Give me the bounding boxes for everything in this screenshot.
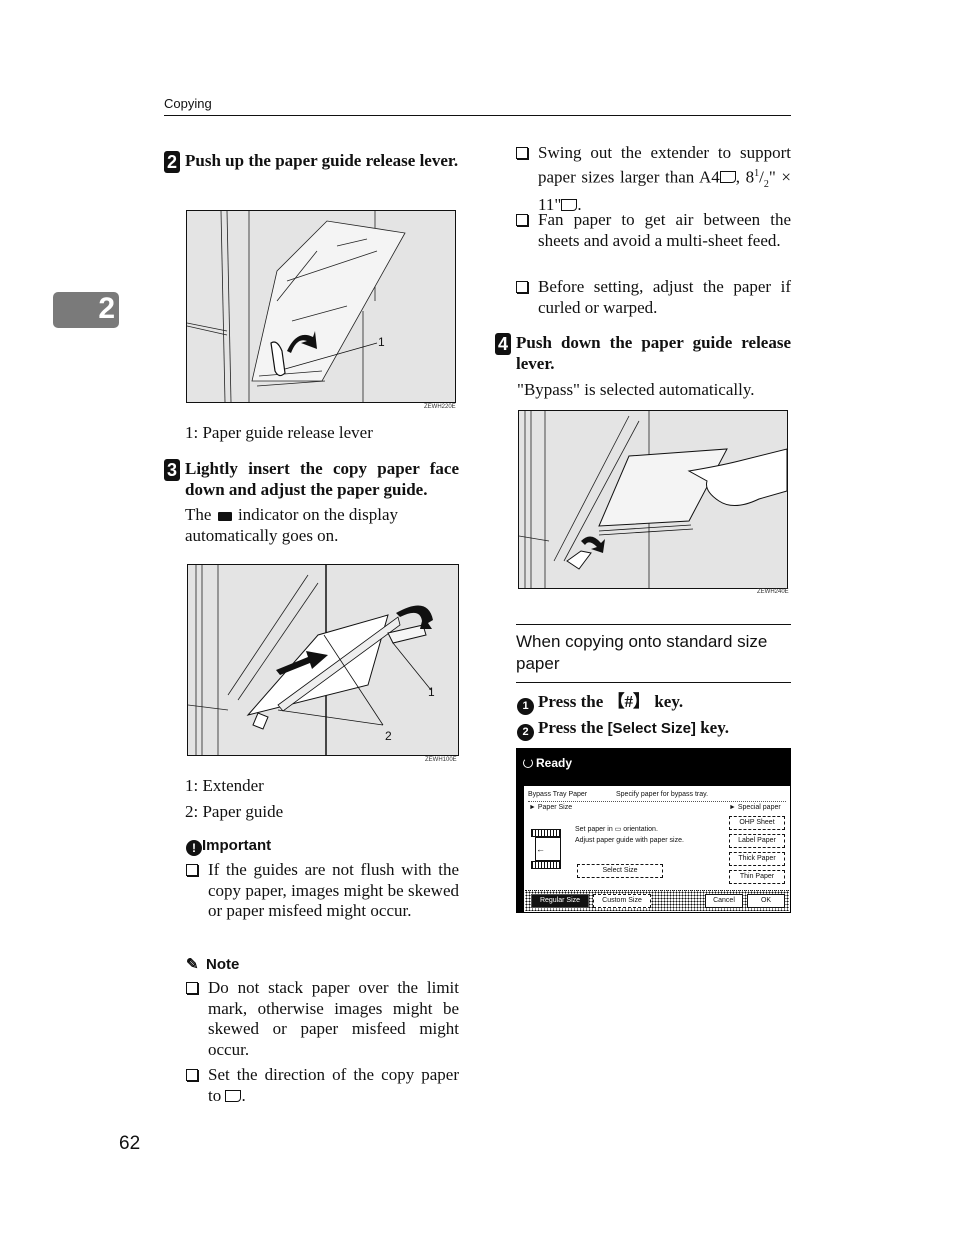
chapter-number: 2 xyxy=(98,292,115,325)
custom-size-tab[interactable]: Custom Size xyxy=(593,894,651,908)
cancel-button[interactable]: Cancel xyxy=(705,894,743,908)
dialog-instruction: Specify paper for bypass tray. xyxy=(616,791,709,798)
ok-button[interactable]: OK xyxy=(747,894,785,908)
body-text-end: indicator on the display automatically g… xyxy=(185,505,398,545)
step-circle-icon: 2 xyxy=(517,724,534,741)
paper-guide-diagram-icon: ← xyxy=(531,829,561,869)
bullet-item: Fan paper to get air between the sheets … xyxy=(516,210,791,251)
pencil-icon: ✎ xyxy=(186,956,199,973)
step-number-icon: 4 xyxy=(495,333,511,355)
checkbox-bullet-icon xyxy=(186,982,198,994)
checkbox-bullet-icon xyxy=(186,1069,198,1081)
step-3: 3 Lightly insert the copy paper face dow… xyxy=(164,458,459,500)
control-panel-screen: Ready Bypass Tray Paper Specify paper fo… xyxy=(516,748,791,913)
subsection-title: When copying onto standard size paper xyxy=(516,632,768,673)
status-ready: Ready xyxy=(523,756,572,770)
step-4-body: "Bypass" is selected automatically. xyxy=(517,380,755,399)
thin-paper-button[interactable]: Thin Paper xyxy=(729,870,785,884)
step-2: 2 Push up the paper guide release lever. xyxy=(164,150,459,173)
bullet-text: If the guides are not flush with the cop… xyxy=(208,860,459,920)
paper-orientation-icon xyxy=(225,1089,242,1102)
important-item: If the guides are not flush with the cop… xyxy=(186,860,459,922)
label-paper-button[interactable]: Label Paper xyxy=(729,834,785,848)
figure-code: ZEWH240E xyxy=(757,589,789,595)
dialog-title-row: Bypass Tray Paper Specify paper for bypa… xyxy=(528,791,786,802)
chapter-tab: 2 xyxy=(53,292,119,328)
panel-message-1: Set paper in ▭ orientation. xyxy=(575,826,658,833)
figure-caption: 1: Extender xyxy=(185,776,264,795)
running-header: Copying xyxy=(164,96,212,111)
important-heading: ! Important xyxy=(186,837,271,856)
step-number-icon: 2 xyxy=(164,151,180,173)
step-text: Lightly insert the copy paper face down … xyxy=(185,459,459,499)
panel-message-2: Adjust paper guide with paper size. xyxy=(575,837,684,844)
bullet-text: Fan paper to get air between the sheets … xyxy=(538,210,791,250)
note-label: Note xyxy=(206,956,240,973)
bullet-text: Before setting, adjust the paper if curl… xyxy=(538,277,791,317)
paper-size-label: ► Paper Size xyxy=(529,804,573,811)
bullet-text: Do not stack paper over the limit mark, … xyxy=(208,978,459,1059)
figure-code: ZEWH220E xyxy=(424,404,456,410)
substep-text: Press the xyxy=(538,692,608,711)
substep-2: 2 Press the [Select Size] key. xyxy=(517,717,729,741)
step-text: Push down the paper guide release lever. xyxy=(516,333,791,373)
section-rule xyxy=(516,682,791,683)
status-text: Ready xyxy=(536,756,573,770)
special-paper-label: ► Special paper xyxy=(729,804,781,811)
substep-1: 1 Press the 【#】 key. xyxy=(517,691,683,715)
figure-caption: 2: Paper guide xyxy=(185,802,284,821)
bullet-item: Before setting, adjust the paper if curl… xyxy=(516,277,791,318)
step-number-icon: 3 xyxy=(164,459,180,481)
bullet-suffix: . xyxy=(241,1085,246,1105)
step-text: Push up the paper guide release lever. xyxy=(185,151,459,170)
step-circle-icon: 1 xyxy=(517,698,534,715)
bypass-tray-dialog: Bypass Tray Paper Specify paper for bypa… xyxy=(524,786,790,912)
callout-1: 1 xyxy=(378,335,385,349)
note-item: Do not stack paper over the limit mark, … xyxy=(186,978,459,1060)
checkbox-bullet-icon xyxy=(186,864,198,876)
callout-1: 1 xyxy=(428,685,435,699)
ohp-sheet-button[interactable]: OHP Sheet xyxy=(729,816,785,830)
substep-text: Press the xyxy=(538,718,608,737)
step-3-body: The indicator on the display automatical… xyxy=(185,504,460,546)
paper-indicator-icon xyxy=(217,512,232,521)
important-label: Important xyxy=(202,837,272,854)
note-item: Set the direction of the copy paper to . xyxy=(186,1065,459,1106)
panel-bottom-bar: Regular Size Custom Size Cancel OK xyxy=(525,890,789,911)
body-text-start: The xyxy=(185,505,212,524)
hash-key-label: 【#】 xyxy=(607,692,651,711)
figure-paper-guide-lever: 1 xyxy=(186,210,456,403)
ready-icon xyxy=(523,758,533,768)
important-icon: ! xyxy=(186,840,202,856)
figure-caption: 1: Paper guide release lever xyxy=(185,423,373,442)
figure-insert-paper: 1 2 xyxy=(187,564,459,756)
section-rule xyxy=(516,624,791,625)
page-number: 62 xyxy=(119,1133,141,1154)
checkbox-bullet-icon xyxy=(516,147,528,159)
bullet-item: Swing out the extender to support paper … xyxy=(516,143,791,216)
size-text: , 8 xyxy=(735,167,755,187)
step-4: 4 Push down the paper guide release leve… xyxy=(495,332,791,374)
thick-paper-button[interactable]: Thick Paper xyxy=(729,852,785,866)
substep-text: key. xyxy=(650,692,684,711)
checkbox-bullet-icon xyxy=(516,281,528,293)
checkbox-bullet-icon xyxy=(516,214,528,226)
paper-orientation-icon xyxy=(719,171,736,184)
select-size-key-label: [Select Size] xyxy=(607,720,696,737)
callout-2: 2 xyxy=(385,729,392,743)
select-size-button[interactable]: Select Size xyxy=(577,864,663,878)
note-heading: ✎ Note xyxy=(186,955,239,973)
header-rule xyxy=(164,115,791,116)
regular-size-tab[interactable]: Regular Size xyxy=(531,894,589,908)
substep-text: key. xyxy=(695,718,729,737)
figure-code: ZEWH100E xyxy=(425,757,457,763)
dialog-title: Bypass Tray Paper xyxy=(528,791,588,798)
figure-push-down-lever xyxy=(518,410,788,589)
